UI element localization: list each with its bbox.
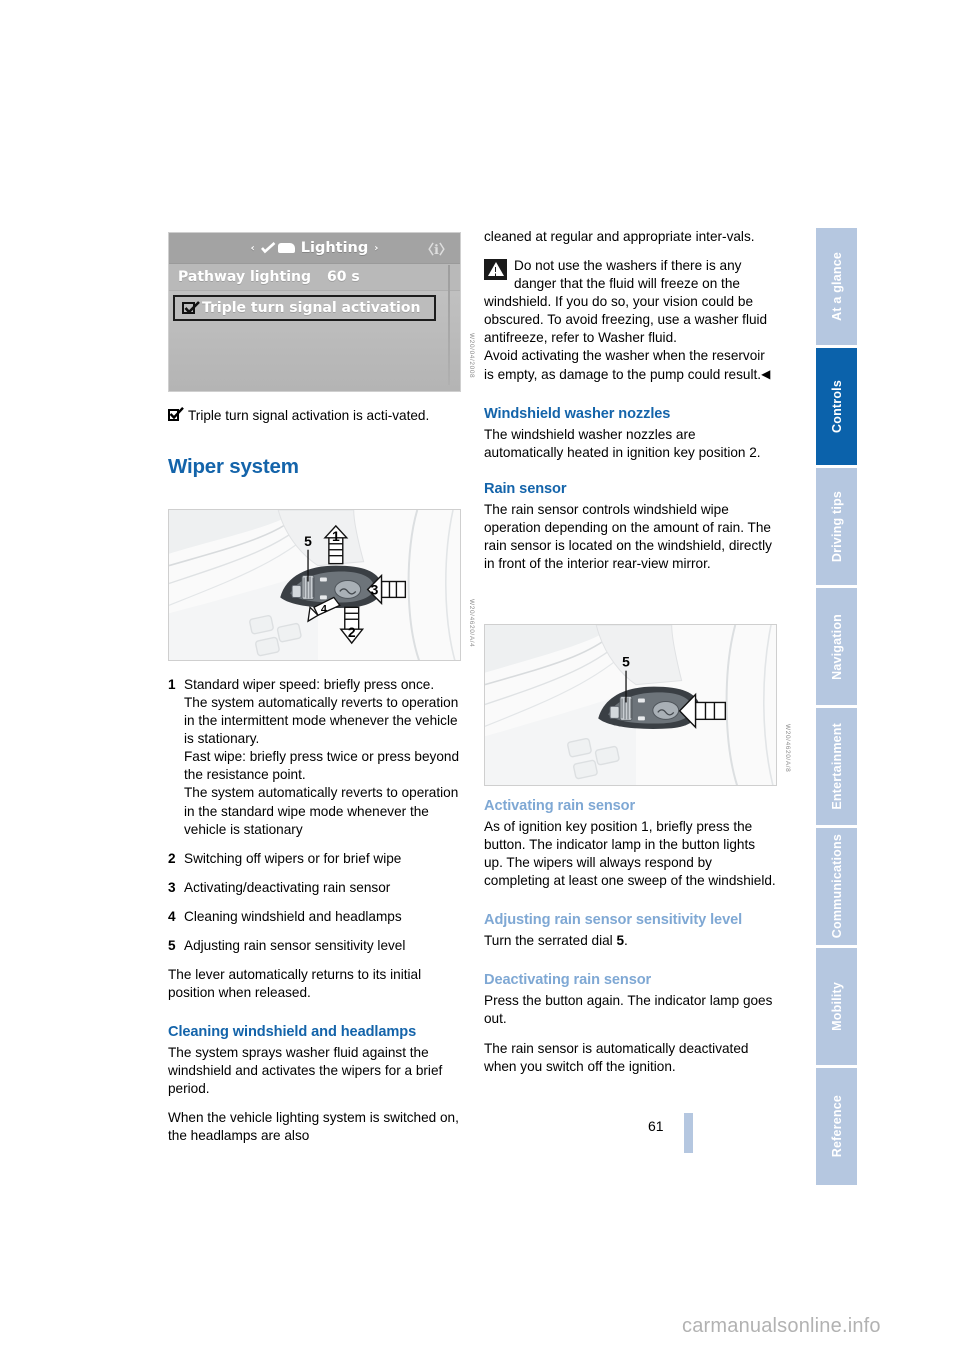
warning-block: Do not use the washers if there is any d… bbox=[484, 257, 777, 384]
right-arrow-icon[interactable]: › bbox=[374, 243, 378, 254]
activating-heading: Activating rain sensor bbox=[484, 798, 636, 814]
svg-text:2: 2 bbox=[348, 624, 356, 640]
lever-note: The lever automatically returns to its i… bbox=[168, 967, 422, 1001]
car-lighting-icon bbox=[260, 242, 295, 254]
nozzles-heading: Windshield washer nozzles bbox=[484, 405, 671, 422]
page-number: 61 bbox=[648, 1118, 664, 1134]
svg-text:1: 1 bbox=[332, 528, 340, 544]
tab-label: Reference bbox=[829, 1095, 844, 1158]
list-item-number: 3 bbox=[168, 879, 176, 895]
sidebar-item-communications[interactable]: Communications bbox=[816, 828, 857, 945]
idrive-title: ‹ Lighting › bbox=[251, 240, 379, 256]
checkbox-checked-icon bbox=[182, 301, 200, 314]
list-item-text: Activating/deactivating rain sensor bbox=[184, 879, 391, 895]
idrive-row-pathway-lighting[interactable]: Pathway lighting 60 s bbox=[169, 264, 460, 291]
rain-sensor-paragraph: The rain sensor controls windshield wipe… bbox=[484, 501, 772, 572]
nozzles-paragraph: The windshield washer nozzles are automa… bbox=[484, 426, 761, 460]
right-column-lower: Activating rain sensor As of ignition ke… bbox=[484, 798, 777, 1087]
adjusting-heading: Adjusting rain sensor sensitivity level bbox=[484, 912, 743, 929]
sidebar-item-at-a-glance[interactable]: At a glance bbox=[816, 228, 857, 345]
idrive-lighting-screenshot: ‹ Lighting › 〈ℹ〉 Pathway lighting 60 s T… bbox=[168, 232, 475, 392]
adjusting-dial-number: 5 bbox=[616, 933, 625, 949]
deactivating-heading: Deactivating rain sensor bbox=[484, 972, 652, 989]
idrive-title-bar: ‹ Lighting › 〈ℹ〉 bbox=[169, 233, 460, 264]
idrive-screen: ‹ Lighting › 〈ℹ〉 Pathway lighting 60 s T… bbox=[169, 233, 460, 391]
checkbox-note: Triple turn signal activation is acti-va… bbox=[168, 406, 461, 425]
cleaning-paragraph-2: When the vehicle lighting system is swit… bbox=[168, 1110, 459, 1144]
watermark: carmanualsonline.info bbox=[682, 1315, 881, 1337]
tab-label: Mobility bbox=[829, 982, 844, 1031]
cleaning-paragraph-1: The system sprays washer fluid against t… bbox=[168, 1045, 443, 1097]
svg-text:4: 4 bbox=[321, 603, 327, 615]
page-marker bbox=[684, 1113, 693, 1153]
sidebar-item-controls[interactable]: Controls bbox=[816, 348, 857, 465]
sidebar-item-driving-tips[interactable]: Driving tips bbox=[816, 468, 857, 585]
deactivating-paragraph-2: The rain sensor is automatically deactiv… bbox=[484, 1040, 749, 1074]
list-item: 1 Standard wiper speed: briefly press on… bbox=[168, 676, 461, 839]
wiper-control-list: 1 Standard wiper speed: briefly press on… bbox=[168, 676, 461, 955]
car-glyph bbox=[277, 243, 295, 253]
left-column-upper: Triple turn signal activation is acti-va… bbox=[168, 398, 461, 493]
list-item-text: Standard wiper speed: briefly press once… bbox=[184, 677, 460, 837]
wiper-stalk-diagram: 5 1 2 3 4 W20/4620/A/4 bbox=[168, 509, 475, 661]
idrive-row-label: Pathway lighting bbox=[178, 269, 312, 285]
list-item-number: 1 bbox=[168, 677, 176, 692]
chapter-tabs: At a glance Controls Driving tips Naviga… bbox=[816, 228, 857, 1188]
info-icon[interactable]: 〈ℹ〉 bbox=[421, 239, 452, 258]
adjusting-text-pre: Turn the serrated dial bbox=[484, 933, 617, 949]
checkbox-checked-icon bbox=[168, 406, 184, 422]
list-item-text: Switching off wipers or for brief wipe bbox=[184, 850, 402, 866]
activating-paragraph: As of ignition key position 1, briefly p… bbox=[484, 819, 776, 889]
checkbox-note-text: Triple turn signal activation is acti-va… bbox=[188, 408, 430, 423]
figure-code: W20/4620/A/8 bbox=[784, 723, 791, 772]
list-item-number: 5 bbox=[168, 937, 176, 953]
tab-label: Driving tips bbox=[829, 490, 844, 563]
list-item: 2 Switching off wipers or for brief wipe bbox=[168, 850, 461, 868]
list-item-text: Cleaning windshield and headlamps bbox=[184, 908, 402, 924]
deactivating-paragraph-1: Press the button again. The indicator la… bbox=[484, 993, 773, 1027]
tab-label: Entertainment bbox=[829, 723, 844, 810]
list-item-number: 2 bbox=[168, 850, 176, 866]
list-item-text: Adjusting rain sensor sensitivity level bbox=[184, 937, 406, 953]
warning-end-marker: ◀ bbox=[761, 366, 770, 381]
svg-text:3: 3 bbox=[371, 581, 379, 597]
rain-sensor-heading: Rain sensor bbox=[484, 480, 567, 497]
tab-label: Communications bbox=[829, 834, 844, 939]
idrive-row-value: 60 s bbox=[327, 269, 360, 285]
right-column-upper: cleaned at regular and appropriate inter… bbox=[484, 228, 777, 573]
left-column-lower: 1 Standard wiper speed: briefly press on… bbox=[168, 676, 461, 1157]
list-item: 4 Cleaning windshield and headlamps bbox=[168, 908, 461, 926]
idrive-selected-triple-turn-signal[interactable]: Triple turn signal activation bbox=[173, 295, 436, 321]
continuation-paragraph: cleaned at regular and appropriate inter… bbox=[484, 229, 755, 244]
warning-triangle-icon bbox=[484, 259, 507, 281]
warning-text: Do not use the washers if there is any d… bbox=[484, 258, 770, 382]
figure-code: W20/4620/A/4 bbox=[468, 598, 475, 647]
rain-sensor-illustration: 5 bbox=[485, 625, 776, 785]
wiper-stalk-illustration: 5 1 2 3 4 bbox=[169, 510, 460, 660]
sidebar-item-reference[interactable]: Reference bbox=[816, 1068, 857, 1185]
list-item: 3 Activating/deactivating rain sensor bbox=[168, 879, 461, 897]
figure-code: W20/04/2008 bbox=[468, 332, 475, 378]
svg-text:5: 5 bbox=[622, 654, 630, 670]
sidebar-item-mobility[interactable]: Mobility bbox=[816, 948, 857, 1065]
left-arrow-icon[interactable]: ‹ bbox=[251, 243, 255, 254]
tab-label: Navigation bbox=[829, 613, 844, 680]
tab-label: At a glance bbox=[829, 252, 844, 321]
idrive-scrollbar[interactable] bbox=[448, 265, 450, 385]
list-item-number: 4 bbox=[168, 908, 176, 924]
cleaning-heading: Cleaning windshield and headlamps bbox=[168, 1024, 417, 1041]
page-title: Wiper system bbox=[168, 455, 299, 479]
idrive-selected-label: Triple turn signal activation bbox=[202, 300, 421, 316]
rain-sensor-button-diagram: 5 W20/4620/A/8 bbox=[484, 624, 791, 786]
adjusting-paragraph: Turn the serrated dial 5. bbox=[484, 932, 777, 950]
adjusting-text-post: . bbox=[624, 933, 628, 949]
sidebar-item-entertainment[interactable]: Entertainment bbox=[816, 708, 857, 825]
list-item: 5 Adjusting rain sensor sensitivity leve… bbox=[168, 937, 461, 955]
svg-text:5: 5 bbox=[304, 533, 312, 549]
manual-page: ‹ Lighting › 〈ℹ〉 Pathway lighting 60 s T… bbox=[0, 0, 960, 1358]
tab-label: Controls bbox=[829, 380, 844, 433]
sidebar-item-navigation[interactable]: Navigation bbox=[816, 588, 857, 705]
idrive-title-text: Lighting bbox=[300, 240, 369, 256]
